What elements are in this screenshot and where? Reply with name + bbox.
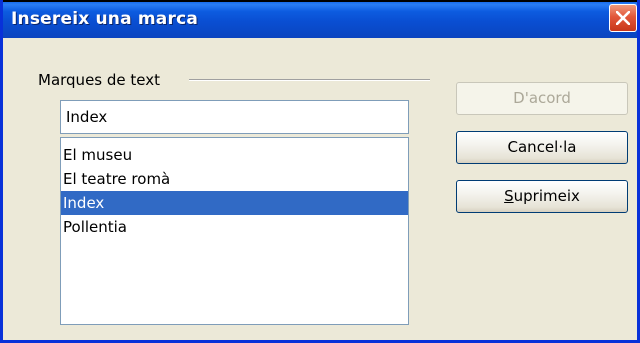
title-bar-edge (3, 0, 637, 2)
list-item-selected[interactable]: Index (61, 191, 408, 215)
title-bar[interactable]: Insereix una marca (3, 0, 637, 38)
delete-button-label: uprimeix (513, 187, 580, 205)
group-divider (189, 79, 430, 81)
close-button[interactable] (609, 4, 637, 32)
close-icon (616, 11, 630, 25)
bookmark-name-input[interactable] (60, 100, 409, 134)
list-item[interactable]: Pollentia (61, 215, 408, 239)
dialog-window: Insereix una marca Marques de text El mu… (0, 0, 640, 343)
delete-button[interactable]: Suprimeix (456, 180, 628, 213)
bookmark-list[interactable]: El museu El teatre romà Index Pollentia (60, 137, 409, 325)
delete-button-mnemonic: S (504, 187, 514, 205)
group-label: Marques de text (38, 71, 160, 89)
list-item[interactable]: El museu (61, 143, 408, 167)
cancel-button[interactable]: Cancel·la (456, 131, 628, 164)
list-item[interactable]: El teatre romà (61, 167, 408, 191)
dialog-title: Insereix una marca (11, 9, 199, 29)
ok-button[interactable]: D'acord (456, 82, 628, 115)
